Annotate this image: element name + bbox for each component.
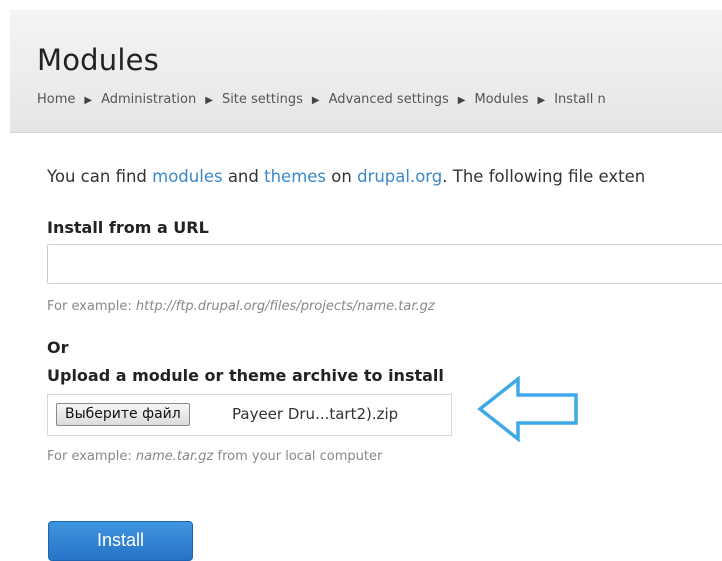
page-header: Modules Home ▶ Administration ▶ Site setting… bbox=[10, 10, 722, 133]
install-button[interactable]: Install bbox=[48, 521, 193, 561]
drupal-org-link[interactable]: drupal.org bbox=[357, 167, 442, 186]
help-prefix: For example: bbox=[47, 299, 136, 314]
breadcrumb-advanced-settings[interactable]: Advanced settings bbox=[329, 92, 449, 107]
breadcrumb-install[interactable]: Install n bbox=[554, 92, 606, 107]
install-url-input[interactable] bbox=[47, 244, 722, 284]
intro-text: You can find modules and themes on drupa… bbox=[47, 167, 645, 186]
help-example-file: name.tar.gz bbox=[135, 449, 214, 464]
arrow-left-icon bbox=[477, 376, 578, 442]
breadcrumb: Home ▶ Administration ▶ Site settings ▶ Advanc… bbox=[37, 92, 606, 107]
breadcrumb-home[interactable]: Home bbox=[37, 92, 75, 107]
themes-link[interactable]: themes bbox=[264, 167, 326, 186]
page-title: Modules bbox=[37, 43, 159, 77]
breadcrumb-separator-icon: ▶ bbox=[457, 95, 466, 106]
breadcrumb-separator-icon: ▶ bbox=[84, 95, 93, 106]
intro-text-part: on bbox=[326, 167, 358, 186]
install-url-label: Install from a URL bbox=[47, 218, 209, 237]
breadcrumb-separator-icon: ▶ bbox=[537, 95, 546, 106]
intro-text-part: . The following file exten bbox=[442, 167, 646, 186]
or-label: Or bbox=[47, 338, 69, 357]
file-upload-field[interactable]: Выберите файл Payeer Dru...tart2).zip bbox=[47, 394, 452, 436]
breadcrumb-site-settings[interactable]: Site settings bbox=[222, 92, 303, 107]
help-suffix: from your local computer bbox=[213, 449, 383, 464]
install-url-help: For example: http://ftp.drupal.org/files… bbox=[47, 299, 435, 314]
upload-help: For example: name.tar.gz from your local… bbox=[47, 449, 382, 464]
selected-file-name: Payeer Dru...tart2).zip bbox=[232, 405, 399, 423]
upload-label: Upload a module or theme archive to inst… bbox=[47, 366, 444, 385]
breadcrumb-separator-icon: ▶ bbox=[205, 95, 213, 106]
intro-text-part: and bbox=[222, 167, 265, 186]
intro-text-part: You can find bbox=[47, 167, 153, 186]
modules-link[interactable]: modules bbox=[152, 167, 222, 186]
breadcrumb-modules[interactable]: Modules bbox=[474, 92, 528, 107]
breadcrumb-separator-icon: ▶ bbox=[311, 95, 320, 106]
breadcrumb-administration[interactable]: Administration bbox=[101, 92, 196, 107]
help-prefix: For example: bbox=[47, 449, 136, 464]
help-example-url: http://ftp.drupal.org/files/projects/nam… bbox=[135, 299, 435, 314]
choose-file-button[interactable]: Выберите файл bbox=[56, 403, 190, 426]
